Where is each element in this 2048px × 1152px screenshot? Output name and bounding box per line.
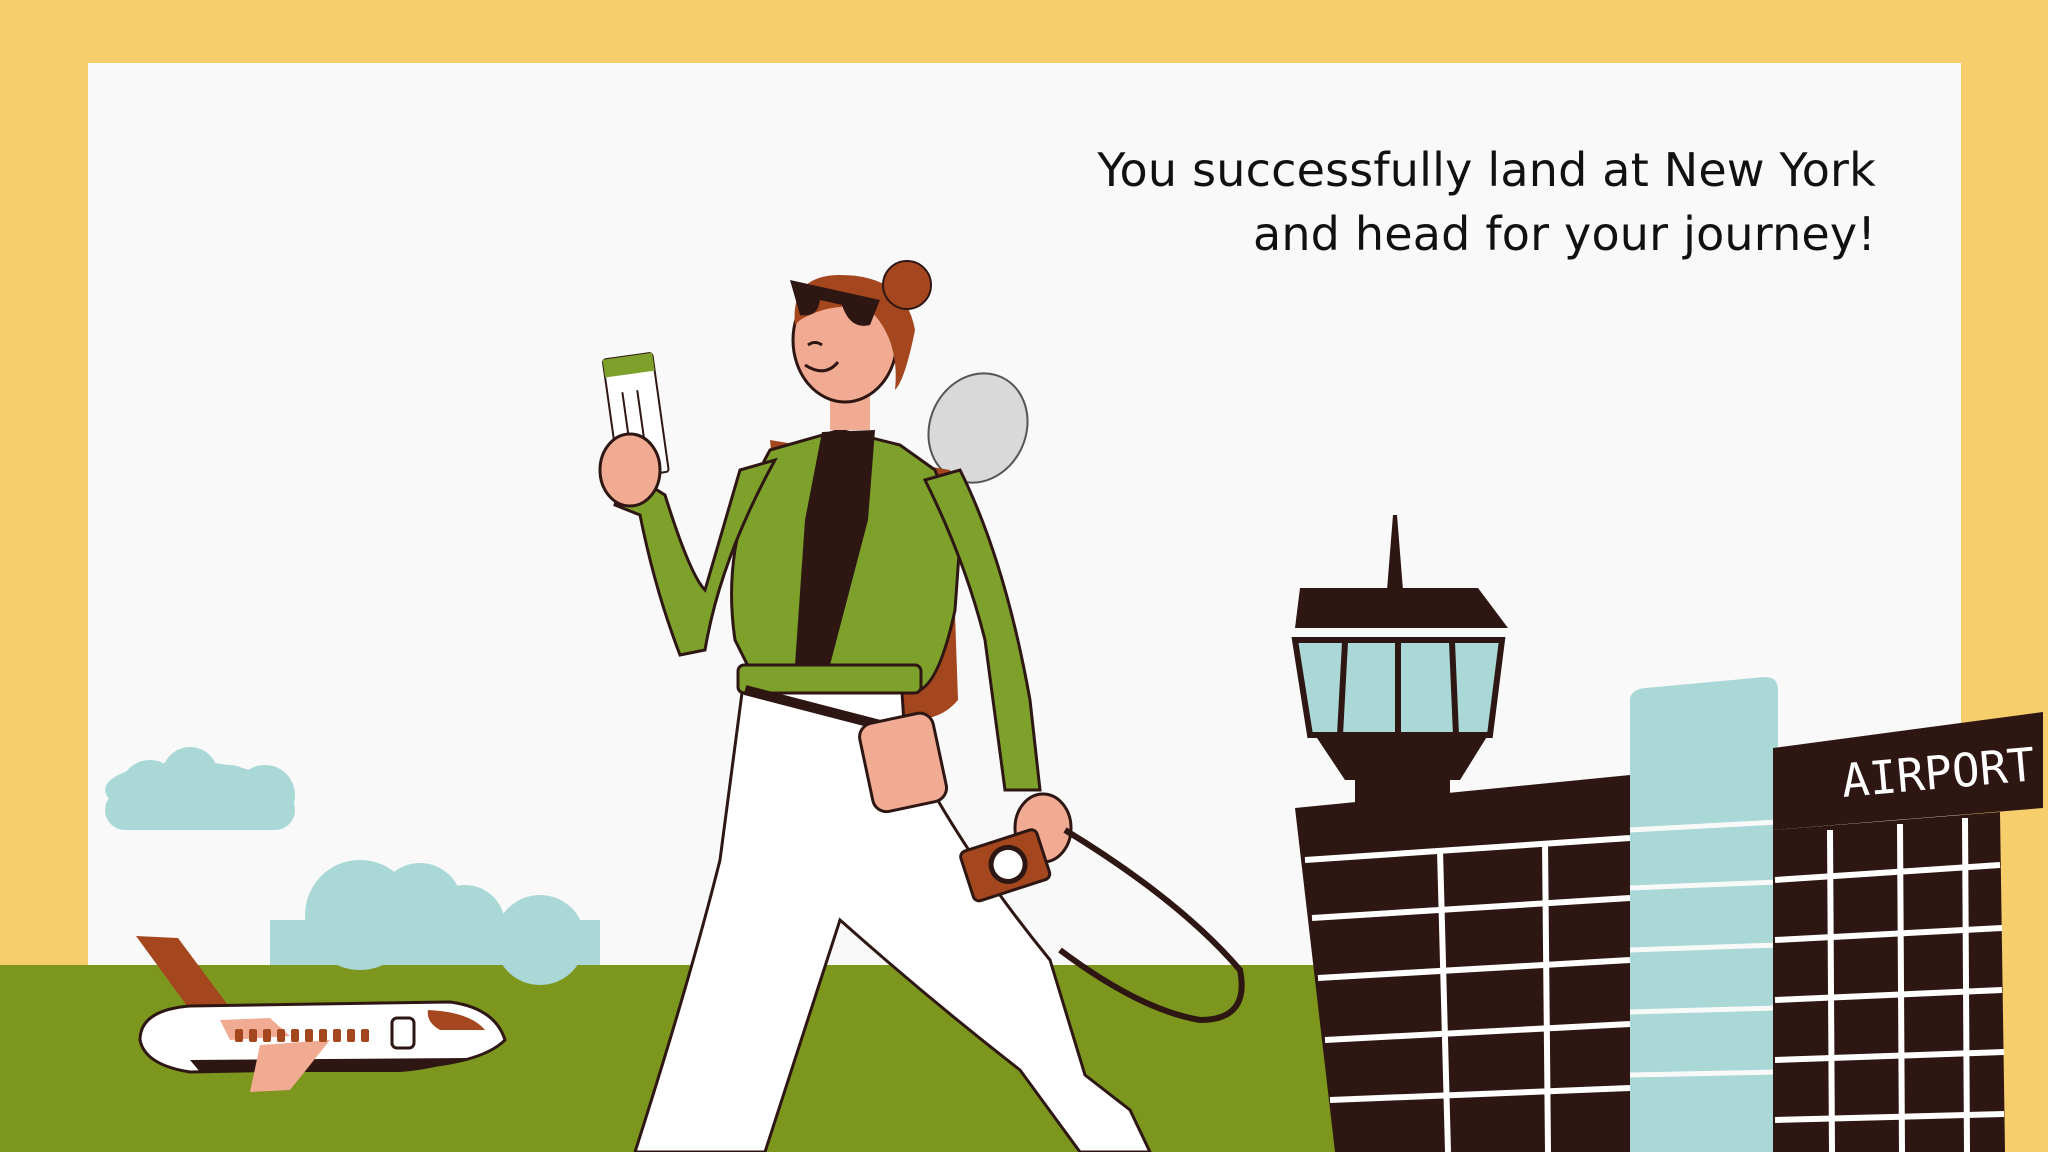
caption-line-1: You successfully land at New York	[1097, 143, 1876, 197]
caption-line-2: and head for your journey!	[1252, 207, 1876, 261]
camera-icon	[959, 828, 1052, 903]
slide: AIRPORT You successfully land at New Yor…	[0, 0, 2048, 1152]
cloud-left	[105, 747, 295, 830]
control-tower	[1291, 515, 1508, 810]
caption: You successfully land at New York and he…	[876, 138, 1876, 266]
